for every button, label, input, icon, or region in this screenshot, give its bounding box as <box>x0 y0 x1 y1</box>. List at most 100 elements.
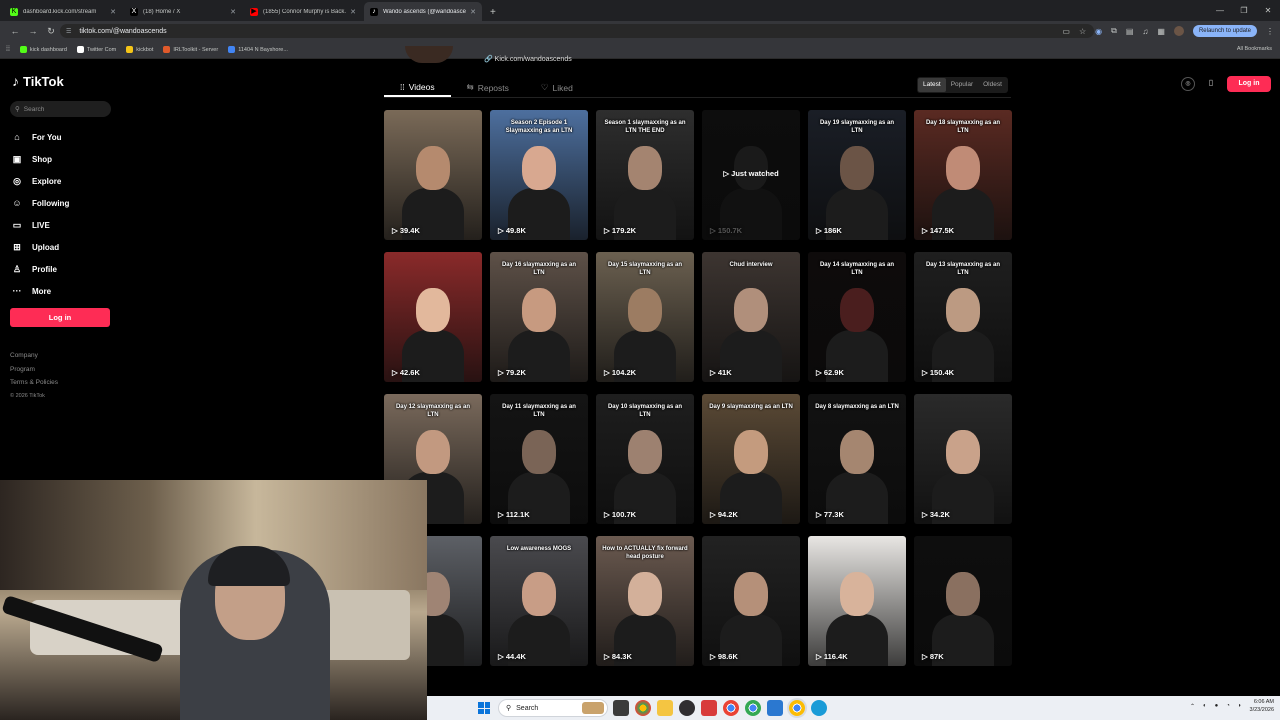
footer-link[interactable]: Program <box>10 363 58 377</box>
browser-tab[interactable]: Kdashboard.kick.com/stream ✕ <box>4 2 122 21</box>
bookmark-item[interactable]: kick dashboard <box>19 46 67 53</box>
video-card[interactable]: How to ACTUALLY fix forward head posture… <box>596 536 694 666</box>
puzzle-icon[interactable]: ⧉ <box>1111 26 1117 36</box>
footer-link[interactable]: Company <box>10 349 58 363</box>
sidebar-login-button[interactable]: Log in <box>10 308 110 327</box>
windows-start-icon[interactable] <box>478 702 490 714</box>
tab-close-icon[interactable]: ✕ <box>110 8 116 16</box>
video-card[interactable]: Day 9 slaymaxxing as an LTN ▷ 94.2K <box>702 394 800 524</box>
back-icon[interactable]: ← <box>6 26 24 36</box>
video-card[interactable]: Day 18 slaymaxxing as an LTN ▷ 147.5K <box>914 110 1012 240</box>
video-card[interactable]: Day 19 slaymaxxing as an LTN ▷ 186K <box>808 110 906 240</box>
obs-icon[interactable] <box>679 700 695 716</box>
apps-icon[interactable]: ⁞⁞ <box>6 46 10 53</box>
browser-tab[interactable]: ♪ Wando ascends (@wandoascends) ✕ <box>364 2 482 21</box>
relaunch-button[interactable]: Relaunch to update <box>1192 25 1257 37</box>
bookmark-item[interactable]: kickbot <box>126 46 153 53</box>
sidebar-item-upload[interactable]: ⊞ Upload <box>10 236 120 258</box>
tab-videos[interactable]: ⁞⁞ Videos <box>384 78 451 97</box>
sort-latest[interactable]: Latest <box>918 78 946 92</box>
video-card[interactable]: Day 15 slaymaxxing as an LTN ▷ 104.2K <box>596 252 694 382</box>
sort-popular[interactable]: Popular <box>946 78 978 92</box>
chrome-active-icon[interactable] <box>789 700 805 716</box>
browser-tab[interactable]: ▶ (1855) Connor Murphy is Back... ✕ <box>244 2 362 21</box>
video-card[interactable]: ▷ 42.6K <box>384 252 482 382</box>
wifi-icon[interactable]: ◔ <box>1226 703 1230 709</box>
device-icon[interactable]: ▯ <box>1204 77 1218 91</box>
search-input[interactable]: ⚲ Search <box>10 101 111 117</box>
header-login-button[interactable]: Log in <box>1227 76 1271 92</box>
video-card[interactable]: Season 2 Episode 1 Slaymaxxing as an LTN… <box>490 110 588 240</box>
close-window-icon[interactable]: ✕ <box>1256 6 1280 15</box>
cast-icon[interactable]: ▭ <box>1062 27 1070 36</box>
sidebar-item-profile[interactable]: ♙ Profile <box>10 258 120 280</box>
video-card[interactable]: Day 8 slaymaxxing as an LTN ▷ 77.3K <box>808 394 906 524</box>
microphone-icon[interactable]: ● <box>1215 703 1219 709</box>
minimize-icon[interactable]: — <box>1208 6 1232 15</box>
network-icon[interactable]: ◐ <box>1203 703 1207 709</box>
chrome-icon[interactable] <box>723 700 739 716</box>
sort-oldest[interactable]: Oldest <box>978 78 1007 92</box>
tab-close-icon[interactable]: ✕ <box>350 8 356 16</box>
more-icon: ··· <box>12 286 22 296</box>
site-info-icon[interactable]: ☰ <box>66 28 71 35</box>
bookmark-item[interactable]: IRLToolkit - Server <box>163 46 218 53</box>
tab-close-icon[interactable]: ✕ <box>230 8 236 16</box>
profile-avatar[interactable] <box>1173 26 1184 36</box>
video-card[interactable]: Day 10 slaymaxxing as an LTN ▷ 100.7K <box>596 394 694 524</box>
sidepanel-icon[interactable]: ▤ <box>1126 27 1134 36</box>
address-bar[interactable]: ☰ tiktok.com/@wandoascends <box>60 24 1094 38</box>
task-view-icon[interactable] <box>613 700 629 716</box>
chrome-profile-icon[interactable] <box>745 700 761 716</box>
tab-close-icon[interactable]: ✕ <box>470 8 476 16</box>
profile-bio-link[interactable]: 🔗 Kick.com/wandoascends <box>484 55 572 63</box>
video-card[interactable]: ▷ 39.4K <box>384 110 482 240</box>
bookmarks-manager-icon[interactable]: ▦ <box>1157 27 1165 36</box>
extension-icon[interactable]: ◉ <box>1095 27 1102 36</box>
video-card[interactable]: ▷ 87K <box>914 536 1012 666</box>
video-card[interactable]: Day 13 slaymaxxing as an LTN ▷ 150.4K <box>914 252 1012 382</box>
file-explorer-icon[interactable] <box>657 700 673 716</box>
video-card[interactable]: Season 1 slaymaxxing as an LTN THE END ▷ … <box>596 110 694 240</box>
all-bookmarks[interactable]: All Bookmarks <box>1237 46 1272 52</box>
tiktok-logo[interactable]: ♪ TikTok <box>12 73 64 89</box>
browser-alt-icon[interactable] <box>811 700 827 716</box>
media-icon[interactable]: ♫ <box>1142 27 1148 36</box>
video-card[interactable]: Day 11 slaymaxxing as an LTN ▷ 112.1K <box>490 394 588 524</box>
tab-liked[interactable]: ♡ Liked <box>525 78 589 97</box>
video-card[interactable]: ▷ 34.2K <box>914 394 1012 524</box>
sidebar-item-for-you[interactable]: ⌂ For You <box>10 126 120 148</box>
video-card[interactable]: ▷ 116.4K <box>808 536 906 666</box>
video-caption: Day 9 slaymaxxing as an LTN <box>709 404 793 410</box>
app-red-icon[interactable] <box>701 700 717 716</box>
tab-reposts[interactable]: ⇆ Reposts <box>451 78 525 97</box>
reload-icon[interactable]: ↻ <box>42 26 60 37</box>
notepad-icon[interactable] <box>767 700 783 716</box>
video-card[interactable]: Day 14 slaymaxxing as an LTN ▷ 62.9K <box>808 252 906 382</box>
new-tab-button[interactable]: + <box>484 7 502 21</box>
video-card[interactable]: Day 16 slaymaxxing as an LTN ▷ 79.2K <box>490 252 588 382</box>
clock[interactable]: 6:06 AM 3/23/2026 <box>1250 698 1274 714</box>
sidebar-item-shop[interactable]: ▣ Shop <box>10 148 120 170</box>
bookmark-item[interactable]: Twitter Com <box>76 46 116 53</box>
browser-tab[interactable]: X (18) Home / X ✕ <box>124 2 242 21</box>
footer-link[interactable]: Terms & Policies <box>10 376 58 390</box>
bookmark-item[interactable]: 11404 N Bayshore... <box>228 46 288 53</box>
taskbar-search[interactable]: ⚲ Search <box>498 699 608 717</box>
forward-icon[interactable]: → <box>24 26 42 36</box>
sidebar-item-explore[interactable]: ◎ Explore <box>10 170 120 192</box>
volume-icon[interactable]: ◗ <box>1238 703 1242 709</box>
video-card[interactable]: Low awareness MOGS ▷ 44.4K <box>490 536 588 666</box>
video-card[interactable]: ▷ 98.6K <box>702 536 800 666</box>
coin-icon[interactable]: ◎ <box>1181 77 1195 91</box>
tray-overflow-icon[interactable]: ⌃ <box>1190 703 1195 710</box>
maximize-icon[interactable]: ❐ <box>1232 6 1256 15</box>
bookmark-star-icon[interactable]: ☆ <box>1079 27 1086 36</box>
kebab-menu-icon[interactable]: ⋮ <box>1266 27 1274 36</box>
video-card[interactable]: Chud interview ▷ 41K <box>702 252 800 382</box>
sidebar-item-following[interactable]: ☺ Following <box>10 192 120 214</box>
sidebar-item-more[interactable]: ··· More <box>10 280 120 302</box>
video-card[interactable]: ▷ Just watched ▷ 150.7K <box>702 110 800 240</box>
sidebar-item-live[interactable]: ▭ LIVE <box>10 214 120 236</box>
chrome-dev-icon[interactable] <box>635 700 651 716</box>
